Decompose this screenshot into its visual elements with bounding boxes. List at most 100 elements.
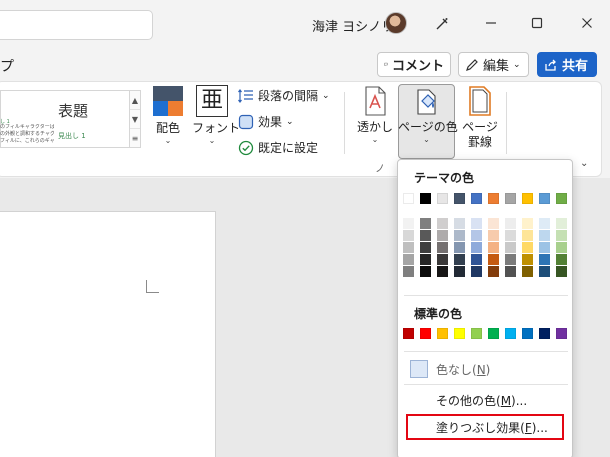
theme-color-shade-swatch[interactable] <box>437 254 448 265</box>
standard-color-swatch[interactable] <box>556 328 567 339</box>
theme-color-shade-swatch[interactable] <box>403 266 414 277</box>
document-page[interactable] <box>0 211 216 457</box>
theme-color-shade-swatch[interactable] <box>454 254 465 265</box>
theme-color-shade-swatch[interactable] <box>505 230 516 241</box>
theme-color-shade-swatch[interactable] <box>539 242 550 253</box>
theme-color-shade-swatch[interactable] <box>420 266 431 277</box>
gallery-up-icon[interactable]: ▲ <box>130 91 140 110</box>
theme-color-shade-swatch[interactable] <box>488 218 499 229</box>
theme-color-shade-swatch[interactable] <box>539 230 550 241</box>
theme-color-shade-swatch[interactable] <box>471 242 482 253</box>
gallery-down-icon[interactable]: ▼ <box>130 110 140 129</box>
tab-help-fragment[interactable]: プ <box>0 56 14 76</box>
theme-color-swatch[interactable] <box>454 193 465 204</box>
theme-color-shade-swatch[interactable] <box>505 266 516 277</box>
standard-color-swatch[interactable] <box>420 328 431 339</box>
theme-color-swatch[interactable] <box>403 193 414 204</box>
theme-color-shade-swatch[interactable] <box>539 266 550 277</box>
share-button[interactable]: 共有 <box>537 52 597 77</box>
theme-color-shade-swatch[interactable] <box>454 266 465 277</box>
theme-color-swatch[interactable] <box>556 193 567 204</box>
more-colors-item[interactable]: その他の色(M)... <box>406 387 566 413</box>
standard-color-swatch[interactable] <box>505 328 516 339</box>
gallery-more-icon[interactable]: ≡ <box>130 129 140 148</box>
theme-color-shade-swatch[interactable] <box>403 254 414 265</box>
theme-color-shade-swatch[interactable] <box>437 218 448 229</box>
standard-color-swatch[interactable] <box>471 328 482 339</box>
theme-color-swatch[interactable] <box>505 193 516 204</box>
theme-color-swatch[interactable] <box>471 193 482 204</box>
theme-color-shade-swatch[interactable] <box>471 254 482 265</box>
minimize-button[interactable] <box>479 12 503 36</box>
theme-color-swatch[interactable] <box>522 193 533 204</box>
theme-color-shade-swatch[interactable] <box>505 218 516 229</box>
theme-color-shade-swatch[interactable] <box>437 242 448 253</box>
theme-color-shade-swatch[interactable] <box>556 218 567 229</box>
standard-color-swatch[interactable] <box>522 328 533 339</box>
theme-color-shade-swatch[interactable] <box>539 254 550 265</box>
theme-color-shade-swatch[interactable] <box>488 266 499 277</box>
standard-color-swatch[interactable] <box>488 328 499 339</box>
theme-color-shade-swatch[interactable] <box>403 230 414 241</box>
designer-icon[interactable] <box>430 12 454 36</box>
page-color-dropdown: テーマの色 標準の色 色なし(N) その他の色(M)... 塗りつぶし効果(F)… <box>397 159 573 457</box>
standard-color-swatch[interactable] <box>539 328 550 339</box>
theme-color-swatch[interactable] <box>437 193 448 204</box>
theme-color-shade-swatch[interactable] <box>420 242 431 253</box>
close-button[interactable] <box>575 12 599 36</box>
avatar[interactable] <box>385 12 407 34</box>
theme-color-shade-swatch[interactable] <box>454 218 465 229</box>
fonts-button[interactable]: 亜 フォント ⌄ <box>192 85 240 146</box>
theme-color-shade-swatch[interactable] <box>420 218 431 229</box>
theme-color-shade-swatch[interactable] <box>505 254 516 265</box>
theme-color-shade-swatch[interactable] <box>539 218 550 229</box>
theme-color-shade-swatch[interactable] <box>471 218 482 229</box>
theme-color-shade-swatch[interactable] <box>556 230 567 241</box>
standard-color-swatch[interactable] <box>437 328 448 339</box>
theme-color-swatch[interactable] <box>539 193 550 204</box>
theme-color-shade-swatch[interactable] <box>522 218 533 229</box>
theme-color-shade-swatch[interactable] <box>522 266 533 277</box>
no-color-item[interactable]: 色なし(N) <box>406 356 566 382</box>
theme-color-swatch[interactable] <box>420 193 431 204</box>
theme-color-shade-swatch[interactable] <box>471 230 482 241</box>
standard-color-swatch[interactable] <box>454 328 465 339</box>
theme-color-shade-swatch[interactable] <box>420 254 431 265</box>
page-color-content[interactable]: ページの色 ⌄ <box>398 87 458 145</box>
theme-color-shade-swatch[interactable] <box>488 242 499 253</box>
watermark-button[interactable]: 透かし ⌄ <box>355 86 395 145</box>
theme-color-shade-swatch[interactable] <box>522 254 533 265</box>
theme-color-shade-swatch[interactable] <box>471 266 482 277</box>
comment-button[interactable]: コメント <box>377 52 451 77</box>
paragraph-spacing-button[interactable]: 段落の間隔 ⌄ <box>238 87 330 104</box>
theme-color-shade-swatch[interactable] <box>437 266 448 277</box>
theme-color-shade-swatch[interactable] <box>454 230 465 241</box>
theme-color-shade-swatch[interactable] <box>556 266 567 277</box>
gallery-scroll[interactable]: ▲ ▼ ≡ <box>129 90 141 148</box>
chevron-down-icon: ⌄ <box>164 136 172 145</box>
ribbon-collapse-icon[interactable]: ⌄ <box>580 158 588 169</box>
theme-color-shade-swatch[interactable] <box>454 242 465 253</box>
theme-color-shade-swatch[interactable] <box>522 230 533 241</box>
colors-button[interactable]: 配色 ⌄ <box>150 85 186 146</box>
effects-button[interactable]: 効果 ⌄ <box>238 113 294 130</box>
theme-color-shade-swatch[interactable] <box>437 230 448 241</box>
standard-color-swatch[interactable] <box>403 328 414 339</box>
no-color-swatch-icon <box>410 360 428 378</box>
theme-color-shade-swatch[interactable] <box>522 242 533 253</box>
theme-color-shade-swatch[interactable] <box>505 242 516 253</box>
theme-color-shade-swatch[interactable] <box>488 230 499 241</box>
theme-color-shade-swatch[interactable] <box>403 218 414 229</box>
theme-color-shade-swatch[interactable] <box>403 242 414 253</box>
search-box[interactable] <box>0 10 153 40</box>
edit-mode-button[interactable]: 編集 ⌄ <box>458 52 529 77</box>
set-as-default-button[interactable]: 既定に設定 <box>238 139 318 156</box>
maximize-button[interactable] <box>525 12 549 36</box>
share-icon <box>545 59 556 71</box>
theme-color-shade-swatch[interactable] <box>556 254 567 265</box>
theme-color-shade-swatch[interactable] <box>488 254 499 265</box>
theme-color-swatch[interactable] <box>488 193 499 204</box>
theme-color-shade-swatch[interactable] <box>556 242 567 253</box>
theme-color-shade-swatch[interactable] <box>420 230 431 241</box>
page-borders-button[interactable]: ページ 罫線 <box>460 86 500 150</box>
